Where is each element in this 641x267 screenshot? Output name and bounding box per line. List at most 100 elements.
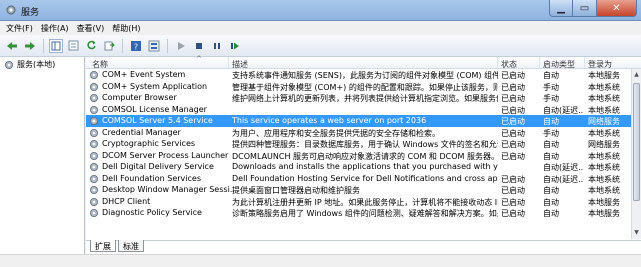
gear-icon <box>90 209 98 217</box>
forward-arrow-icon[interactable] <box>22 38 38 54</box>
window-title: 服务 <box>21 8 40 18</box>
services-list-pane: 名称 ^ 描述 状态 启动类型 登录为 COM+ Event System 支持系… <box>86 55 641 254</box>
menu-view[interactable]: 查看(V) <box>75 21 111 35</box>
table-row[interactable]: DHCP Client 为此计算机注册并更新 IP 地址。如果此服务停止，计算机将… <box>86 196 631 208</box>
table-row[interactable]: Dell Foundation Services Dell Foundation … <box>86 173 631 185</box>
menu-file[interactable]: 文件(F) <box>4 21 39 35</box>
service-description: Dell Foundation Hosting Service for Dell… <box>232 173 498 183</box>
help-icon[interactable]: ? <box>128 38 144 54</box>
gear-icon <box>90 71 98 79</box>
sort-ascending-icon: ^ <box>196 55 202 63</box>
gear-icon <box>90 174 98 183</box>
table-row[interactable]: COMSOL Server 5.4 Service This service op… <box>86 115 631 127</box>
service-startup-type: 自动 <box>543 71 559 80</box>
back-arrow-icon[interactable] <box>4 38 20 54</box>
services-table: COM+ Event System 支持系统事件通知服务 (SENS)，此服务为订… <box>86 69 631 219</box>
properties-icon[interactable] <box>146 38 162 54</box>
service-state: 已启动 <box>501 94 525 103</box>
service-state: 已启动 <box>501 105 525 115</box>
gear-icon <box>90 82 98 91</box>
tab-extended[interactable]: 扩展 <box>90 240 116 252</box>
table-row[interactable]: Credential Manager 为用户、应用程序和安全服务提供凭据的安全存储… <box>86 127 631 139</box>
close-button[interactable]: ✕ <box>597 0 637 17</box>
table-row[interactable]: COM+ Event System 支持系统事件通知服务 (SENS)，此服务为订… <box>86 69 631 81</box>
service-name: COM+ Event System <box>102 70 186 79</box>
service-logon-as: 本地系统 <box>588 128 620 138</box>
pause-icon[interactable] <box>209 38 225 54</box>
service-startup-type: 自动(延迟... <box>543 163 583 172</box>
service-name: Cryptographic Services <box>102 139 196 148</box>
restart-icon[interactable] <box>227 38 243 54</box>
service-logon-as: 本地系统 <box>588 82 620 92</box>
gear-icon <box>90 186 98 194</box>
service-startup-type: 自动(延迟... <box>543 105 583 115</box>
table-row[interactable]: COMSOL License Manager 已启动 自动(延迟... 本地系统 <box>86 104 631 116</box>
toolbar-separator <box>167 38 168 53</box>
service-startup-type: 手动 <box>543 128 559 138</box>
minimize-button[interactable]: ▁ <box>549 0 573 17</box>
tab-standard[interactable]: 标准 <box>118 240 144 252</box>
console-tree-icon[interactable] <box>49 38 63 53</box>
list-header: 名称 ^ 描述 状态 启动类型 登录为 <box>86 55 641 69</box>
service-name: COMSOL License Manager <box>102 104 207 114</box>
column-separator[interactable] <box>497 57 498 69</box>
service-state: 已启动 <box>501 128 525 138</box>
service-startup-type: 自动 <box>543 140 559 149</box>
list-icon[interactable] <box>65 38 81 54</box>
scroll-down-icon[interactable]: ▼ <box>633 229 640 237</box>
service-description: 支持系统事件通知服务 (SENS)，此服务为订阅的组件对象模型 (COM) 组件… <box>232 71 498 80</box>
gear-icon <box>90 140 98 148</box>
svg-text:?: ? <box>134 42 138 51</box>
play-icon[interactable] <box>173 38 189 54</box>
column-separator[interactable] <box>584 57 585 69</box>
table-row[interactable]: Cryptographic Services 提供四种管理服务：目录数据库服务，用… <box>86 138 631 150</box>
service-name: COMSOL Server 5.4 Service <box>102 116 213 125</box>
service-state: 已启动 <box>501 186 525 195</box>
table-row[interactable]: Diagnostic Policy Service 诊断策略服务启用了 Windo… <box>86 207 631 219</box>
service-logon-as: 网络服务 <box>588 117 620 126</box>
console-tree: 服务(本地) <box>0 57 85 254</box>
service-logon-as: 本地服务 <box>588 197 620 207</box>
service-description: 为此计算机注册并更新 IP 地址。如果此服务停止，计算机将不能接收动态 IP .… <box>232 197 498 207</box>
scrollbar-thumb[interactable] <box>633 83 640 201</box>
table-row[interactable]: COM+ System Application 管理基于组件对象模型 (COM+)… <box>86 81 631 93</box>
gear-icon <box>90 128 98 137</box>
table-row[interactable]: Computer Browser 维护网络上计算机的更新列表，并将列表提供给计算机… <box>86 92 631 104</box>
gear-icon <box>90 94 98 102</box>
service-description: 提供桌面窗口管理器启动和维护服务 <box>232 186 360 195</box>
gear-icon <box>90 151 98 160</box>
service-name: COM+ System Application <box>102 81 208 91</box>
service-description: DCOMLAUNCH 服务可启动响应对象激活请求的 COM 和 DCOM 服务器… <box>232 151 498 161</box>
service-state: 已启动 <box>501 117 525 126</box>
menu-action[interactable]: 操作(A) <box>39 21 75 35</box>
service-state: 已启动 <box>501 71 525 80</box>
gear-icon <box>90 163 98 171</box>
column-separator[interactable] <box>539 57 540 69</box>
service-startup-type: 自动 <box>543 209 559 218</box>
vertical-scrollbar[interactable]: ▲ ▼ <box>631 69 641 239</box>
status-bar <box>0 254 641 267</box>
tree-item-services-local[interactable]: 服务(本地) <box>4 59 55 70</box>
service-startup-type: 自动 <box>543 186 559 195</box>
service-logon-as: 本地系统 <box>588 151 620 161</box>
service-name: Desktop Window Manager Sessi... <box>102 185 236 194</box>
tree-item-label: 服务(本地) <box>17 60 56 69</box>
column-separator[interactable] <box>228 57 229 69</box>
service-logon-as: 本地服务 <box>588 209 620 218</box>
stop-icon[interactable] <box>191 38 207 54</box>
maximize-button[interactable]: ▭ <box>573 0 597 17</box>
gear-icon <box>90 105 98 114</box>
export-icon[interactable] <box>101 38 117 54</box>
table-row[interactable]: DCOM Server Process Launcher DCOMLAUNCH 服… <box>86 150 631 162</box>
service-name: Diagnostic Policy Service <box>102 208 202 217</box>
scroll-up-icon[interactable]: ▲ <box>633 71 640 79</box>
gear-icon <box>90 117 98 125</box>
menu-help[interactable]: 帮助(H) <box>110 21 146 35</box>
gear-icon <box>90 197 98 206</box>
service-description: Downloads and installs the applications … <box>232 162 498 171</box>
table-row[interactable]: Dell Digital Delivery Service Downloads a… <box>86 161 631 173</box>
services-app-icon <box>6 5 16 15</box>
refresh-icon[interactable] <box>83 38 99 54</box>
service-startup-type: 自动 <box>543 197 559 207</box>
table-row[interactable]: Desktop Window Manager Sessi... 提供桌面窗口管理器… <box>86 184 631 196</box>
